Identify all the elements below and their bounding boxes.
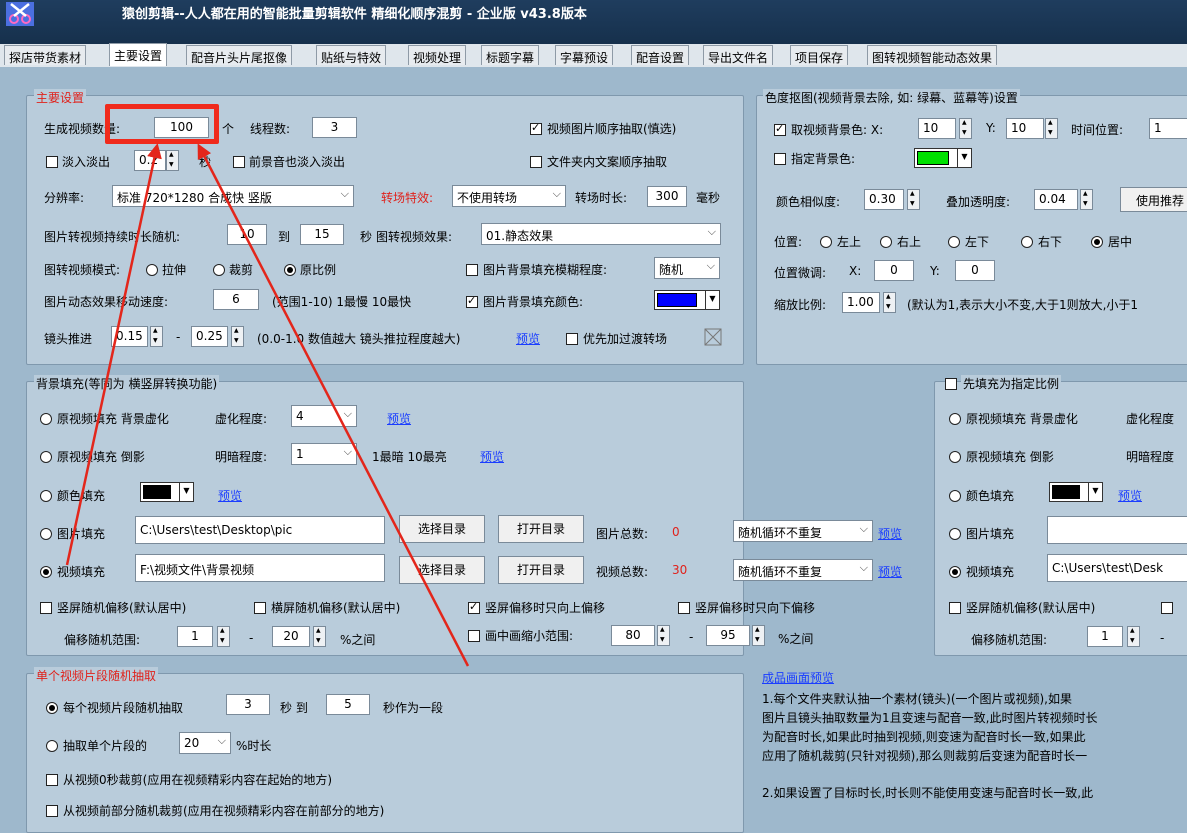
annotation-arrows [65, 143, 470, 667]
arrow-from-video-fill [65, 143, 162, 566]
arrow-from-shrink [197, 143, 470, 667]
